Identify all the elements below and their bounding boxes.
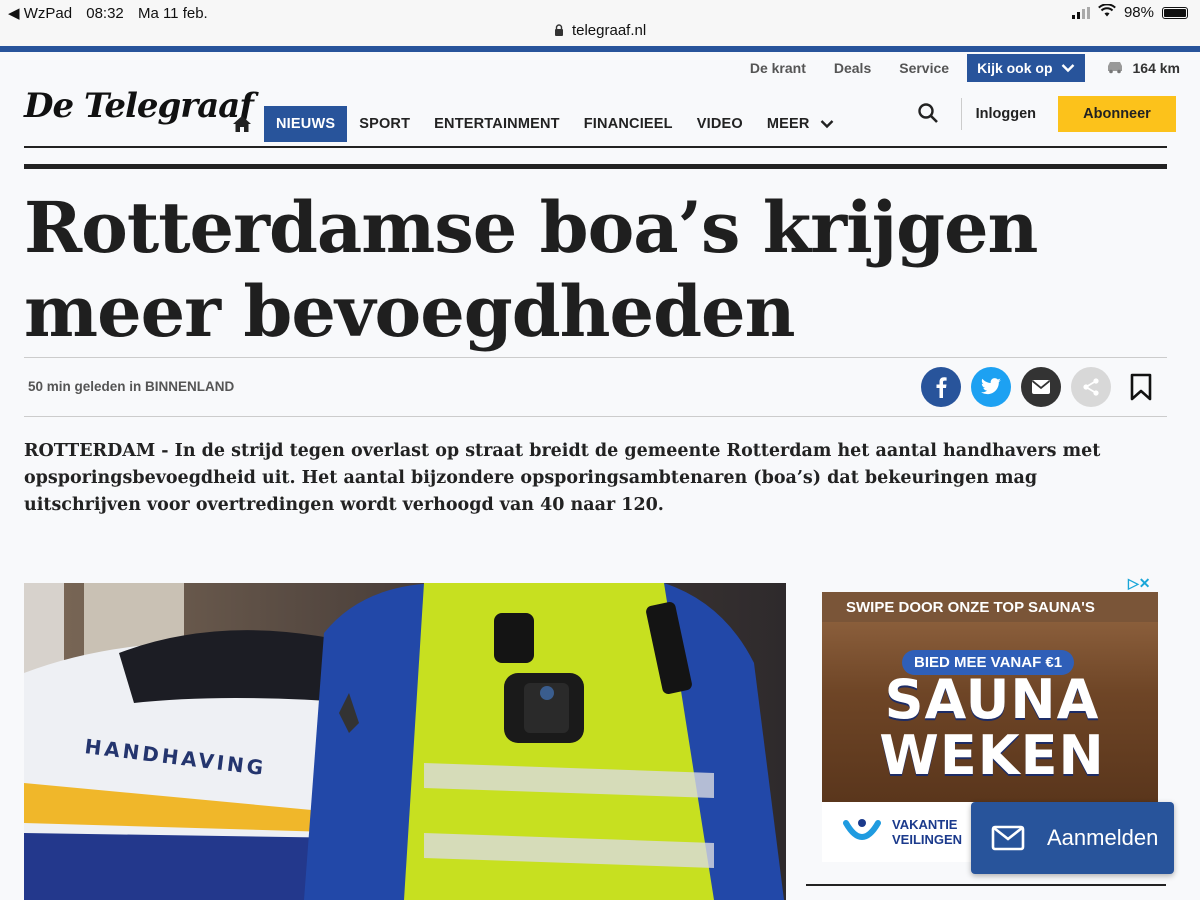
brand-strip bbox=[0, 46, 1200, 52]
utility-nav: De krant Deals Service Kijk ook op 164 k… bbox=[736, 54, 1180, 82]
ad-brand-line1: VAKANTIE bbox=[892, 817, 958, 832]
back-to-app-link[interactable]: ◀ WzPad bbox=[8, 5, 72, 22]
address-bar[interactable]: telegraaf.nl bbox=[0, 22, 1200, 40]
login-link[interactable]: Inloggen bbox=[976, 106, 1036, 122]
site-logo[interactable]: De Telegraaf bbox=[24, 86, 254, 126]
share-bar bbox=[921, 367, 1153, 407]
nav-item-meer-label: MEER bbox=[766, 116, 810, 132]
mail-icon bbox=[1031, 380, 1051, 394]
subscribe-button[interactable]: Abonneer bbox=[1058, 96, 1176, 132]
photo-illustration: HANDHAVING bbox=[24, 583, 786, 900]
facebook-share-button[interactable] bbox=[921, 367, 961, 407]
chevron-down-icon bbox=[820, 119, 834, 129]
status-right: 98% bbox=[1071, 3, 1188, 21]
wifi-icon bbox=[1098, 3, 1116, 21]
article-photo[interactable]: HANDHAVING bbox=[24, 583, 786, 900]
divider bbox=[960, 98, 962, 130]
header-rule bbox=[24, 146, 1167, 148]
lock-icon bbox=[554, 23, 564, 40]
ad-brand: VAKANTIE VEILINGEN bbox=[892, 817, 962, 847]
nav-item-video[interactable]: VIDEO bbox=[685, 106, 755, 142]
ios-status-bar: ◀ WzPad 08:32 Ma 11 feb. telegraaf.nl 98… bbox=[0, 0, 1200, 46]
share-icon bbox=[1083, 378, 1099, 396]
battery-percent: 98% bbox=[1123, 4, 1154, 21]
article-meta: 50 min geleden in BINNENLAND bbox=[28, 379, 235, 394]
utility-link-deals[interactable]: Deals bbox=[820, 60, 885, 76]
status-date: Ma 11 feb. bbox=[137, 5, 208, 22]
chevron-down-icon bbox=[1061, 63, 1075, 73]
ad-brand-line2: VEILINGEN bbox=[892, 832, 963, 847]
ad-title: SAUNA WEKEN bbox=[872, 672, 1112, 784]
status-left: ◀ WzPad 08:32 Ma 11 feb. bbox=[8, 4, 218, 22]
status-time: 08:32 bbox=[86, 5, 124, 22]
traffic-jam-indicator[interactable]: 164 km bbox=[1085, 60, 1180, 77]
newsletter-signup-label: Aanmelden bbox=[1047, 825, 1159, 850]
kijk-ook-op-label: Kijk ook op bbox=[977, 60, 1053, 76]
newsletter-signup-button[interactable]: Aanmelden bbox=[971, 802, 1174, 874]
article-intro: ROTTERDAM - In de strijd tegen overlast … bbox=[24, 441, 1101, 515]
home-icon[interactable] bbox=[228, 106, 256, 142]
kijk-ook-op-dropdown[interactable]: Kijk ook op bbox=[967, 54, 1085, 82]
nav-item-nieuws[interactable]: NIEUWS bbox=[264, 106, 348, 142]
nav-item-sport[interactable]: SPORT bbox=[347, 106, 422, 142]
sidebar-rule bbox=[806, 884, 1166, 886]
article-headline: Rotterdamse boa’s krijgen meer bevoegdhe… bbox=[24, 186, 1038, 353]
main-nav: NIEUWS SPORT ENTERTAINMENT FINANCIEEL VI… bbox=[228, 106, 846, 142]
header-actions: Inloggen Abonneer bbox=[917, 96, 1176, 132]
nav-item-entertainment[interactable]: ENTERTAINMENT bbox=[422, 106, 572, 142]
ad-choices-icon[interactable]: ▷✕ bbox=[1128, 575, 1151, 592]
divider bbox=[24, 416, 1167, 417]
twitter-share-button[interactable] bbox=[971, 367, 1011, 407]
facebook-icon bbox=[936, 377, 947, 398]
article-top-rule bbox=[24, 164, 1167, 169]
car-icon bbox=[1105, 60, 1125, 77]
bookmark-icon[interactable] bbox=[1129, 371, 1153, 403]
traffic-km: 164 km bbox=[1132, 60, 1180, 76]
battery-icon bbox=[1162, 6, 1188, 19]
ad-title-line2: WEKEN bbox=[879, 724, 1105, 787]
signal-icon bbox=[1071, 6, 1090, 19]
divider bbox=[24, 357, 1167, 358]
nav-item-meer[interactable]: MEER bbox=[755, 106, 846, 142]
utility-link-service[interactable]: Service bbox=[885, 60, 963, 76]
nav-item-financieel[interactable]: FINANCIEEL bbox=[572, 106, 685, 142]
vakantieveilingen-logo-icon bbox=[843, 819, 881, 840]
ad-top-text: SWIPE DOOR ONZE TOP SAUNA'S bbox=[822, 592, 1158, 622]
share-button[interactable] bbox=[1071, 367, 1111, 407]
mail-icon bbox=[991, 825, 1025, 851]
ad-title-line1: SAUNA bbox=[884, 668, 1100, 731]
email-share-button[interactable] bbox=[1021, 367, 1061, 407]
search-icon[interactable] bbox=[917, 102, 941, 126]
twitter-icon bbox=[981, 378, 1001, 395]
url-text: telegraaf.nl bbox=[571, 22, 647, 39]
utility-link-de-krant[interactable]: De krant bbox=[736, 60, 820, 76]
